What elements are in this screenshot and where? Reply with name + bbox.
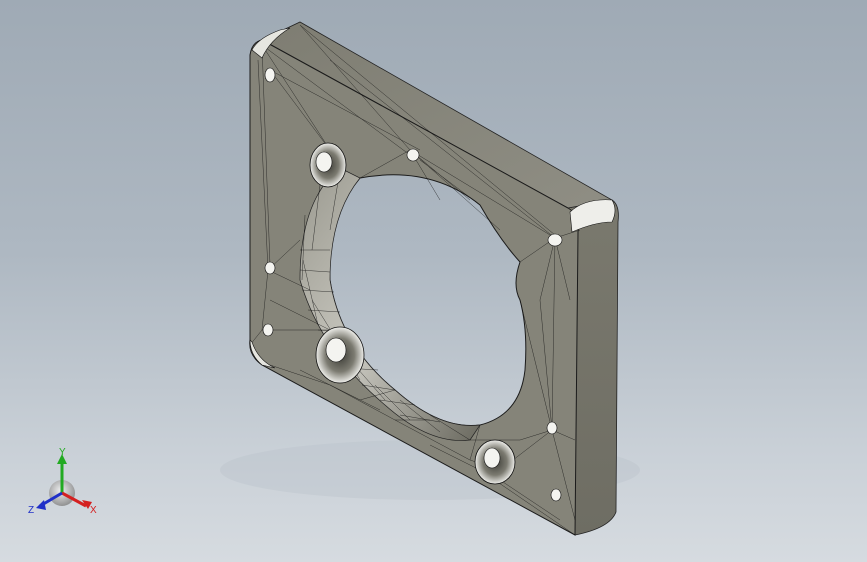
graphics-viewport[interactable]: Y X Z <box>0 0 867 562</box>
triad-graphic <box>36 454 92 510</box>
mount-hole-bottom-right[interactable] <box>474 439 516 485</box>
z-arrow-icon <box>36 500 46 510</box>
y-axis-label: Y <box>59 447 66 458</box>
mount-hole-top-left[interactable] <box>309 142 347 188</box>
mount-hole-bottom-left[interactable] <box>315 326 365 384</box>
orientation-triad[interactable]: Y X Z <box>22 446 112 526</box>
z-axis-label: Z <box>28 505 35 516</box>
x-axis-label: X <box>90 505 97 516</box>
3d-part-model[interactable] <box>0 0 867 562</box>
